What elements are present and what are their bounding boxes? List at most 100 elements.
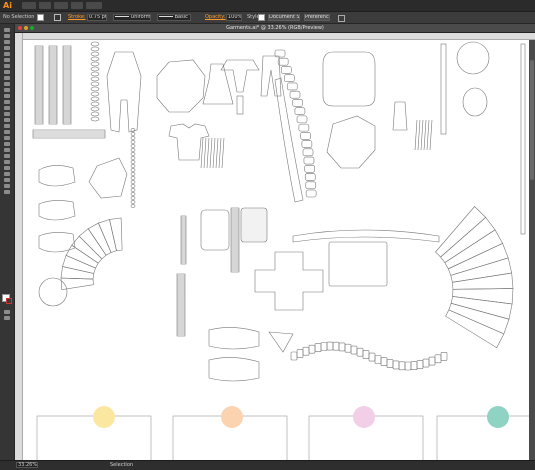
color-dot-pink[interactable] <box>353 406 375 428</box>
zipper-tooth <box>90 71 100 77</box>
selection-status: No Selection <box>3 14 35 20</box>
color-dot-teal[interactable] <box>487 406 509 428</box>
brush-label: Basic <box>174 14 188 20</box>
free-transform-tool-icon[interactable] <box>4 118 10 122</box>
pleat-swatch <box>200 119 433 169</box>
vertical-zipper-2 <box>520 43 526 235</box>
pocket-square <box>328 241 388 287</box>
pleat-line <box>417 119 421 151</box>
shape-builder-tool-icon[interactable] <box>4 124 10 128</box>
stroke-weight-field[interactable]: 0.75 pt <box>87 14 107 21</box>
pleat-line <box>420 119 424 151</box>
zipper-tooth <box>130 196 136 200</box>
zipper-tooth <box>130 188 136 192</box>
variable-width-profile[interactable]: Uniform <box>113 14 151 21</box>
collar-oval-2 <box>38 200 76 221</box>
horizontal-ruler[interactable] <box>23 33 535 40</box>
mesh-tool-icon[interactable] <box>4 136 10 140</box>
chain-link <box>298 123 310 132</box>
perspective-grid-tool-icon[interactable] <box>4 130 10 134</box>
swatch-card-4 <box>436 415 529 460</box>
profile-line-icon <box>115 16 129 17</box>
draw-mode-icon[interactable] <box>4 310 10 314</box>
brush-definition[interactable]: Basic <box>157 14 191 21</box>
vertical-ruler[interactable] <box>15 33 23 460</box>
menu-item-4[interactable] <box>71 2 83 9</box>
line-segment-tool-icon[interactable] <box>4 70 10 74</box>
stroke-color-icon[interactable] <box>6 298 12 304</box>
fill-swatch[interactable] <box>37 14 44 21</box>
artboard-canvas[interactable] <box>23 40 529 460</box>
column-graph-tool-icon[interactable] <box>4 166 10 170</box>
pencil-tool-icon[interactable] <box>4 88 10 92</box>
menu-item-5[interactable] <box>86 2 102 9</box>
zipper-tooth <box>130 156 136 160</box>
gradient-tool-icon[interactable] <box>4 142 10 146</box>
fan-segment <box>452 288 514 305</box>
document-setup-button[interactable]: Document Setup <box>268 14 300 21</box>
cross-box-pattern <box>254 251 324 311</box>
opacity-label[interactable]: Opacity: <box>205 15 226 20</box>
chain-link <box>296 115 308 124</box>
artboard-tool-icon[interactable] <box>4 172 10 176</box>
stroke-label[interactable]: Stroke: <box>68 15 86 20</box>
zipper-tooth <box>90 46 100 52</box>
zipper-tooth <box>90 56 100 62</box>
hand-tool-icon[interactable] <box>4 184 10 188</box>
fan-segment <box>109 217 123 252</box>
zipper-tooth <box>130 140 136 144</box>
zipper-tooth <box>130 132 136 136</box>
slice-tool-icon[interactable] <box>4 178 10 182</box>
arrange-documents-icon[interactable] <box>338 15 345 22</box>
zipper-tooth <box>130 136 136 140</box>
triangle-shape <box>268 331 294 353</box>
rectangle-tool-icon[interactable] <box>4 76 10 80</box>
symbol-sprayer-tool-icon[interactable] <box>4 160 10 164</box>
document-tab[interactable]: Garments.ai* @ 33.26% (RGB/Preview) <box>15 24 535 33</box>
menu-item-1[interactable] <box>22 2 36 9</box>
wave-segment <box>422 358 430 368</box>
bottle-shape <box>236 95 244 115</box>
pen-tool-icon[interactable] <box>4 52 10 56</box>
fan-segment <box>452 272 514 290</box>
zoom-tool-icon[interactable] <box>4 190 10 194</box>
color-dot-yellow[interactable] <box>93 406 115 428</box>
magic-wand-tool-icon[interactable] <box>4 40 10 44</box>
direct-selection-tool-icon[interactable] <box>4 34 10 38</box>
wave-segment <box>368 352 376 362</box>
eyedropper-tool-icon[interactable] <box>4 148 10 152</box>
type-tool-icon[interactable] <box>4 64 10 68</box>
zipper-tooth <box>90 86 100 92</box>
style-swatch[interactable] <box>258 14 265 21</box>
zipper-tooth <box>130 152 136 156</box>
stroke-swatch[interactable] <box>54 14 61 21</box>
fan-segment <box>444 229 504 270</box>
width-tool-icon[interactable] <box>4 112 10 116</box>
zoom-level-field[interactable]: 33.26% <box>16 462 38 468</box>
menu-item-3[interactable] <box>54 2 68 9</box>
pleat-line <box>221 137 225 169</box>
screen-mode-icon[interactable] <box>4 316 10 320</box>
selection-tool-icon[interactable] <box>4 28 10 32</box>
lasso-tool-icon[interactable] <box>4 46 10 50</box>
blend-tool-icon[interactable] <box>4 154 10 158</box>
vertical-scrollbar[interactable] <box>529 40 535 460</box>
eraser-tool-icon[interactable] <box>4 94 10 98</box>
vertical-zipper <box>440 43 447 135</box>
scale-tool-icon[interactable] <box>4 106 10 110</box>
octagon-shape <box>156 59 206 113</box>
scrollbar-thumb[interactable] <box>530 60 534 180</box>
paintbrush-tool-icon[interactable] <box>4 82 10 86</box>
fan-segment <box>450 296 513 320</box>
wave-segment <box>350 345 358 355</box>
chain-link <box>301 140 313 148</box>
preferences-button[interactable]: Preferences <box>304 14 330 21</box>
wave-segment <box>374 355 382 364</box>
color-dot-peach[interactable] <box>221 406 243 428</box>
curvature-tool-icon[interactable] <box>4 58 10 62</box>
rotate-tool-icon[interactable] <box>4 100 10 104</box>
zipper-tooth <box>90 41 100 47</box>
opacity-field[interactable]: 100% <box>226 14 242 21</box>
menu-item-2[interactable] <box>39 2 51 9</box>
chain-link <box>302 148 314 157</box>
